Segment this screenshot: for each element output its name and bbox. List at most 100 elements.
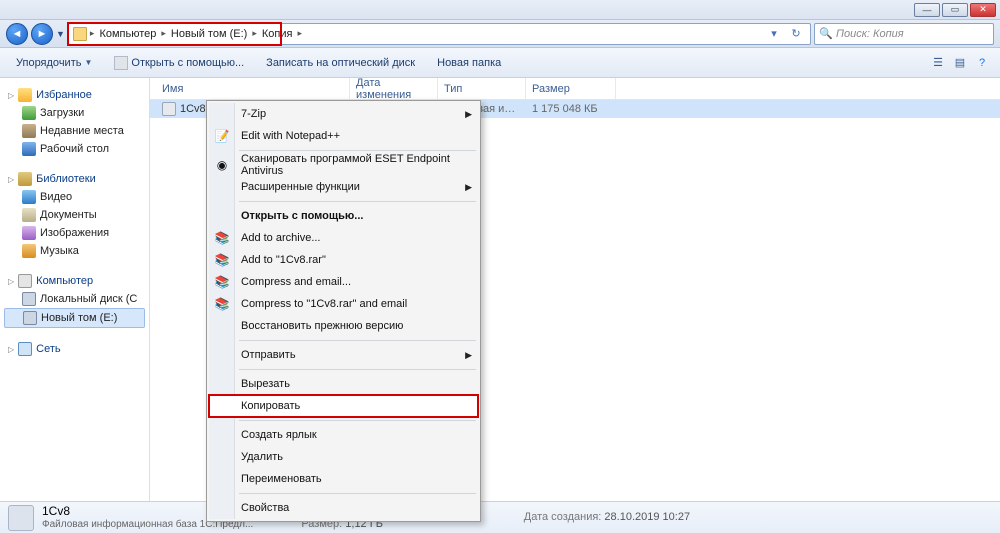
- sidebar-item-drive-e[interactable]: Новый том (E:): [4, 308, 145, 328]
- sidebar-item-pictures[interactable]: Изображения: [4, 224, 145, 242]
- context-item-label: Add to archive...: [241, 232, 321, 244]
- context-item[interactable]: 📚Add to archive...: [209, 227, 478, 249]
- context-item[interactable]: Создать ярлык: [209, 424, 478, 446]
- address-bar[interactable]: ▸ Компьютер ▸ Новый том (E:) ▸ Копия ▸ ▾…: [68, 23, 811, 45]
- organize-menu[interactable]: Упорядочить▼: [8, 54, 100, 72]
- sidebar-favorites[interactable]: ▷Избранное: [4, 86, 145, 104]
- context-separator: [239, 493, 476, 494]
- context-item[interactable]: Свойства: [209, 497, 478, 519]
- desktop-icon: [22, 142, 36, 156]
- chevron-down-icon: ▼: [84, 58, 92, 67]
- breadcrumb-separator-icon[interactable]: ▸: [251, 28, 258, 39]
- burn-button[interactable]: Записать на оптический диск: [258, 54, 423, 72]
- forward-button[interactable]: ►: [31, 23, 53, 45]
- sidebar-network[interactable]: ▷Сеть: [4, 340, 145, 358]
- file-icon: [8, 505, 34, 531]
- submenu-arrow-icon: ▶: [465, 182, 472, 193]
- context-item-label: Свойства: [241, 502, 289, 514]
- drive-icon: [23, 311, 37, 325]
- address-dropdown-icon[interactable]: ▾: [764, 27, 784, 40]
- sidebar-item-documents[interactable]: Документы: [4, 206, 145, 224]
- context-item[interactable]: Расширенные функции ▶: [209, 176, 478, 198]
- maximize-button[interactable]: ▭: [942, 3, 968, 17]
- context-item[interactable]: Удалить: [209, 446, 478, 468]
- context-menu: 7-Zip▶📝Edit with Notepad++ ◉Сканировать п…: [206, 100, 481, 522]
- collapse-icon: ▷: [8, 91, 14, 100]
- open-with-button[interactable]: Открыть с помощью...: [106, 53, 252, 73]
- recent-icon: [22, 124, 36, 138]
- file-icon: [162, 102, 176, 116]
- help-icon[interactable]: ?: [972, 53, 992, 73]
- breadcrumb-folder[interactable]: Копия: [260, 27, 295, 41]
- sidebar-item-drive-c[interactable]: Локальный диск (C: [4, 290, 145, 308]
- column-size[interactable]: Размер: [526, 78, 616, 99]
- sidebar-computer[interactable]: ▷Компьютер: [4, 272, 145, 290]
- context-item[interactable]: ◉Сканировать программой ESET Endpoint An…: [209, 154, 478, 176]
- pictures-icon: [22, 226, 36, 240]
- context-item[interactable]: Копировать: [209, 395, 478, 417]
- context-item-label: Отправить: [241, 349, 296, 361]
- sidebar-item-recent[interactable]: Недавние места: [4, 122, 145, 140]
- context-item-icon: 📚: [214, 252, 230, 268]
- context-item-label: Compress and email...: [241, 276, 351, 288]
- file-size-cell: 1 175 048 КБ: [526, 103, 616, 115]
- context-item[interactable]: Отправить ▶: [209, 344, 478, 366]
- context-item[interactable]: 📚 Compress and email...: [209, 271, 478, 293]
- breadcrumb-separator-icon[interactable]: ▸: [89, 28, 96, 39]
- close-button[interactable]: ✕: [970, 3, 996, 17]
- folder-icon: [73, 27, 87, 41]
- drive-icon: [22, 292, 36, 306]
- context-item-label: Создать ярлык: [241, 429, 317, 441]
- search-input[interactable]: 🔍 Поиск: Копия: [814, 23, 994, 45]
- network-icon: [18, 342, 32, 356]
- context-item-label: Переименовать: [241, 473, 322, 485]
- context-item[interactable]: Открыть с помощью...: [209, 205, 478, 227]
- context-item-label: Compress to "1Cv8.rar" and email: [241, 298, 407, 310]
- column-type[interactable]: Тип: [438, 78, 526, 99]
- refresh-icon[interactable]: ↻: [786, 27, 806, 40]
- preview-pane-icon[interactable]: ▤: [950, 53, 970, 73]
- collapse-icon: ▷: [8, 345, 14, 354]
- context-item[interactable]: Восстановить прежнюю версию: [209, 315, 478, 337]
- context-item[interactable]: Переименовать: [209, 468, 478, 490]
- context-item[interactable]: 📚Add to "1Cv8.rar": [209, 249, 478, 271]
- context-item-icon: 📚: [214, 274, 230, 290]
- details-date-created-label: Дата создания:: [524, 511, 602, 523]
- column-date[interactable]: Дата изменения: [350, 78, 438, 99]
- sidebar-item-downloads[interactable]: Загрузки: [4, 104, 145, 122]
- video-icon: [22, 190, 36, 204]
- submenu-arrow-icon: ▶: [465, 109, 472, 120]
- context-item-label: Открыть с помощью...: [241, 210, 363, 222]
- breadcrumb-drive[interactable]: Новый том (E:): [169, 27, 249, 41]
- context-item-icon: 📝: [214, 128, 230, 144]
- new-folder-button[interactable]: Новая папка: [429, 54, 509, 72]
- back-button[interactable]: ◄: [6, 23, 28, 45]
- breadcrumb-computer[interactable]: Компьютер: [97, 27, 158, 41]
- window-titlebar: — ▭ ✕: [0, 0, 1000, 20]
- context-separator: [239, 369, 476, 370]
- breadcrumb-separator-icon[interactable]: ▸: [296, 28, 303, 39]
- context-item[interactable]: 📝Edit with Notepad++: [209, 125, 478, 147]
- sidebar-item-desktop[interactable]: Рабочий стол: [4, 140, 145, 158]
- context-item[interactable]: 7-Zip▶: [209, 103, 478, 125]
- breadcrumb-separator-icon[interactable]: ▸: [160, 28, 167, 39]
- collapse-icon: ▷: [8, 175, 14, 184]
- context-item-icon: 📚: [214, 296, 230, 312]
- sidebar-item-video[interactable]: Видео: [4, 188, 145, 206]
- column-name[interactable]: Имя: [156, 78, 350, 99]
- column-headers: Имя Дата изменения Тип Размер: [150, 78, 1000, 100]
- sidebar-item-music[interactable]: Музыка: [4, 242, 145, 260]
- app-icon: [114, 56, 128, 70]
- context-separator: [239, 340, 476, 341]
- context-item[interactable]: Вырезать: [209, 373, 478, 395]
- view-options-icon[interactable]: ☰: [928, 53, 948, 73]
- star-icon: [18, 88, 32, 102]
- sidebar-libraries[interactable]: ▷Библиотеки: [4, 170, 145, 188]
- history-dropdown-icon[interactable]: ▼: [56, 29, 65, 39]
- context-item[interactable]: 📚 Compress to "1Cv8.rar" and email: [209, 293, 478, 315]
- context-separator: [239, 201, 476, 202]
- submenu-arrow-icon: ▶: [465, 350, 472, 361]
- minimize-button[interactable]: —: [914, 3, 940, 17]
- context-item-label: Расширенные функции: [241, 181, 360, 193]
- computer-icon: [18, 274, 32, 288]
